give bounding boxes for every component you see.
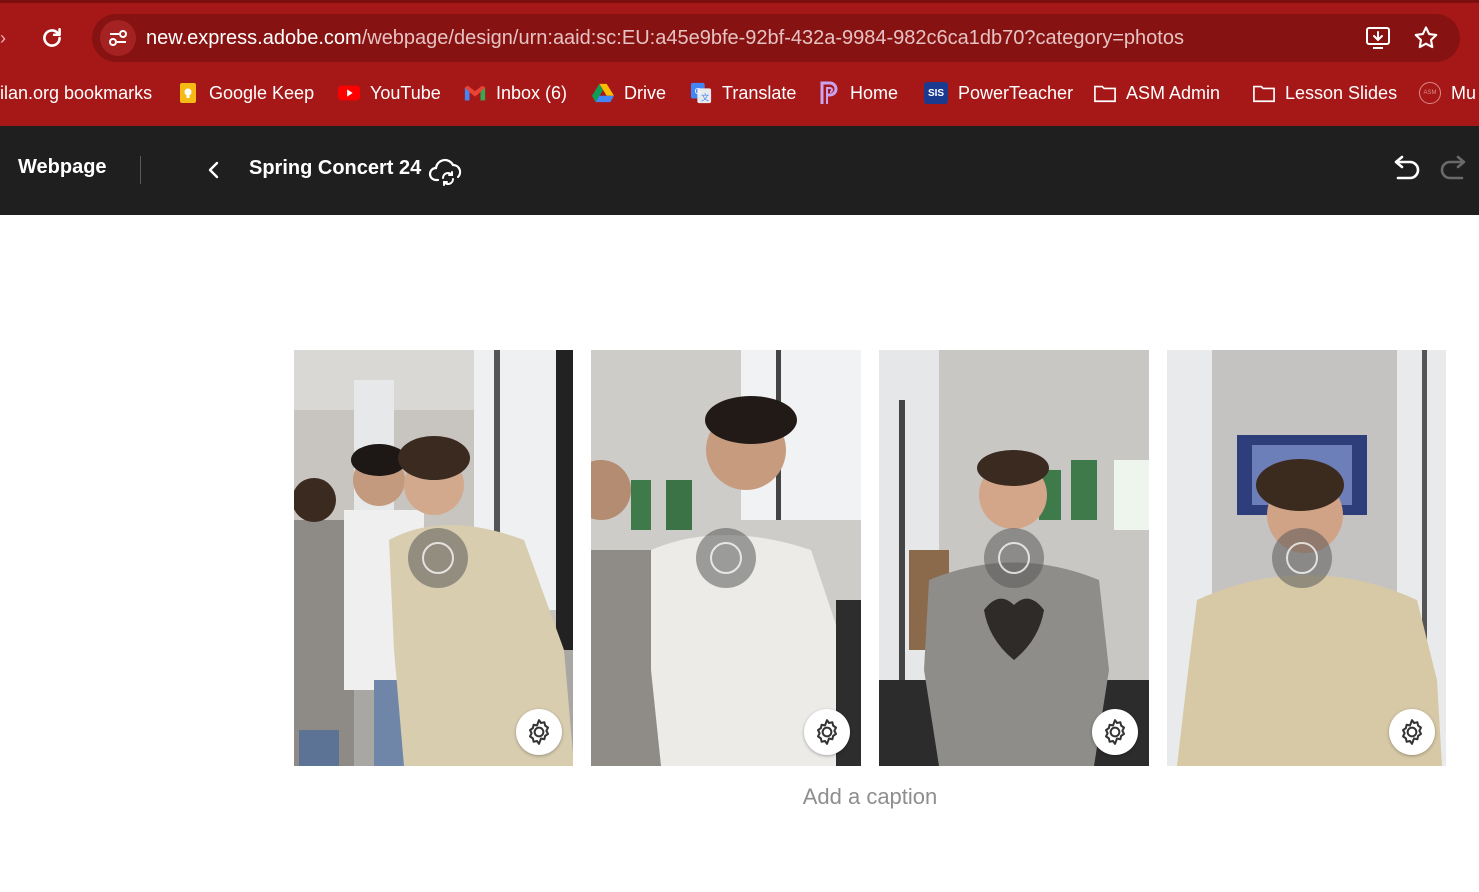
bookmark-item[interactable]: Inbox (6) (464, 74, 567, 112)
bookmark-label: Drive (624, 82, 667, 103)
bookmark-item[interactable]: ASM Admin (1094, 74, 1220, 112)
bookmark-label: ASM Admin (1126, 82, 1221, 103)
bookmark-label: Lesson Slides (1285, 82, 1398, 103)
settings-gear-icon[interactable] (1092, 709, 1138, 755)
back-chevron-icon[interactable] (202, 156, 226, 184)
google-translate-icon: G文 (690, 82, 712, 104)
photo-gallery (294, 350, 1446, 766)
reload-icon[interactable] (38, 24, 66, 52)
url-path: /webpage/design/urn:aaid:sc:EU:a45e9bfe-… (361, 27, 1184, 49)
gmail-icon (464, 82, 486, 104)
gallery-photo[interactable] (879, 350, 1149, 766)
app-name: Webpage (18, 156, 107, 178)
bookmark-item[interactable]: Drive (592, 74, 666, 112)
folder-icon (1094, 82, 1116, 104)
url-text[interactable]: new.express.adobe.com/webpage/design/urn… (146, 14, 1184, 62)
install-app-icon[interactable] (1364, 24, 1392, 52)
bookmark-item[interactable]: Home (818, 74, 898, 112)
bookmark-star-icon[interactable] (1412, 24, 1440, 52)
tab-strip-edge (0, 0, 1479, 3)
redo-icon[interactable] (1438, 154, 1472, 186)
gallery-photo[interactable] (1167, 350, 1446, 766)
bookmark-label: Home (850, 82, 899, 103)
loading-spinner-icon (696, 528, 756, 588)
bookmark-item[interactable]: Google Keep (177, 74, 314, 112)
url-host: new.express.adobe.com (146, 27, 362, 49)
google-keep-icon (177, 82, 199, 104)
header-divider (140, 156, 141, 184)
settings-gear-icon[interactable] (1389, 709, 1435, 755)
bookmark-item[interactable]: Lesson Slides (1253, 74, 1397, 112)
bookmark-item[interactable]: YouTube (338, 74, 441, 112)
forward-arrow-icon[interactable]: › (0, 28, 10, 48)
pearson-icon (818, 81, 840, 104)
site-info-icon[interactable] (100, 20, 136, 56)
bookmark-item[interactable]: G文 Translate (690, 74, 796, 112)
svg-text:文: 文 (701, 92, 709, 102)
document-title[interactable]: Spring Concert 24 (249, 157, 421, 180)
bookmark-label: Google Keep (209, 82, 315, 103)
svg-text:G: G (695, 87, 701, 96)
bookmark-item[interactable]: SIS PowerTeacher (924, 74, 1073, 112)
cloud-sync-icon[interactable] (428, 154, 466, 188)
google-drive-icon (592, 82, 614, 104)
loading-spinner-icon (984, 528, 1044, 588)
sis-icon: SIS (924, 82, 948, 104)
settings-gear-icon[interactable] (516, 709, 562, 755)
loading-spinner-icon (1272, 528, 1332, 588)
caption-input[interactable]: Add a caption (0, 784, 1479, 810)
bookmark-label: PowerTeacher (958, 82, 1074, 103)
bookmark-label: Translate (722, 82, 797, 103)
bookmark-label: Mu (1451, 82, 1477, 103)
bookmark-item[interactable]: ASM Mu (1419, 74, 1476, 112)
gallery-photo[interactable] (591, 350, 861, 766)
browser-chrome: › new.express.adobe.com/webpage/design/u… (0, 0, 1479, 126)
settings-gear-icon[interactable] (804, 709, 850, 755)
bookmark-label: YouTube (370, 82, 441, 103)
bookmark-item[interactable]: ilan.org bookmarks (0, 74, 152, 112)
bookmarks-bar: ilan.org bookmarks Google Keep YouTube I… (0, 74, 1479, 112)
undo-icon[interactable] (1388, 154, 1422, 186)
address-bar[interactable]: new.express.adobe.com/webpage/design/urn… (92, 14, 1460, 62)
bookmark-label: ilan.org bookmarks (0, 82, 153, 103)
bookmark-label: Inbox (6) (496, 82, 568, 103)
folder-icon (1253, 82, 1275, 104)
loading-spinner-icon (408, 528, 468, 588)
gallery-photo[interactable] (294, 350, 573, 766)
asm-icon: ASM (1419, 82, 1441, 104)
youtube-icon (338, 82, 360, 104)
editor-header: Webpage Spring Concert 24 (0, 126, 1479, 215)
